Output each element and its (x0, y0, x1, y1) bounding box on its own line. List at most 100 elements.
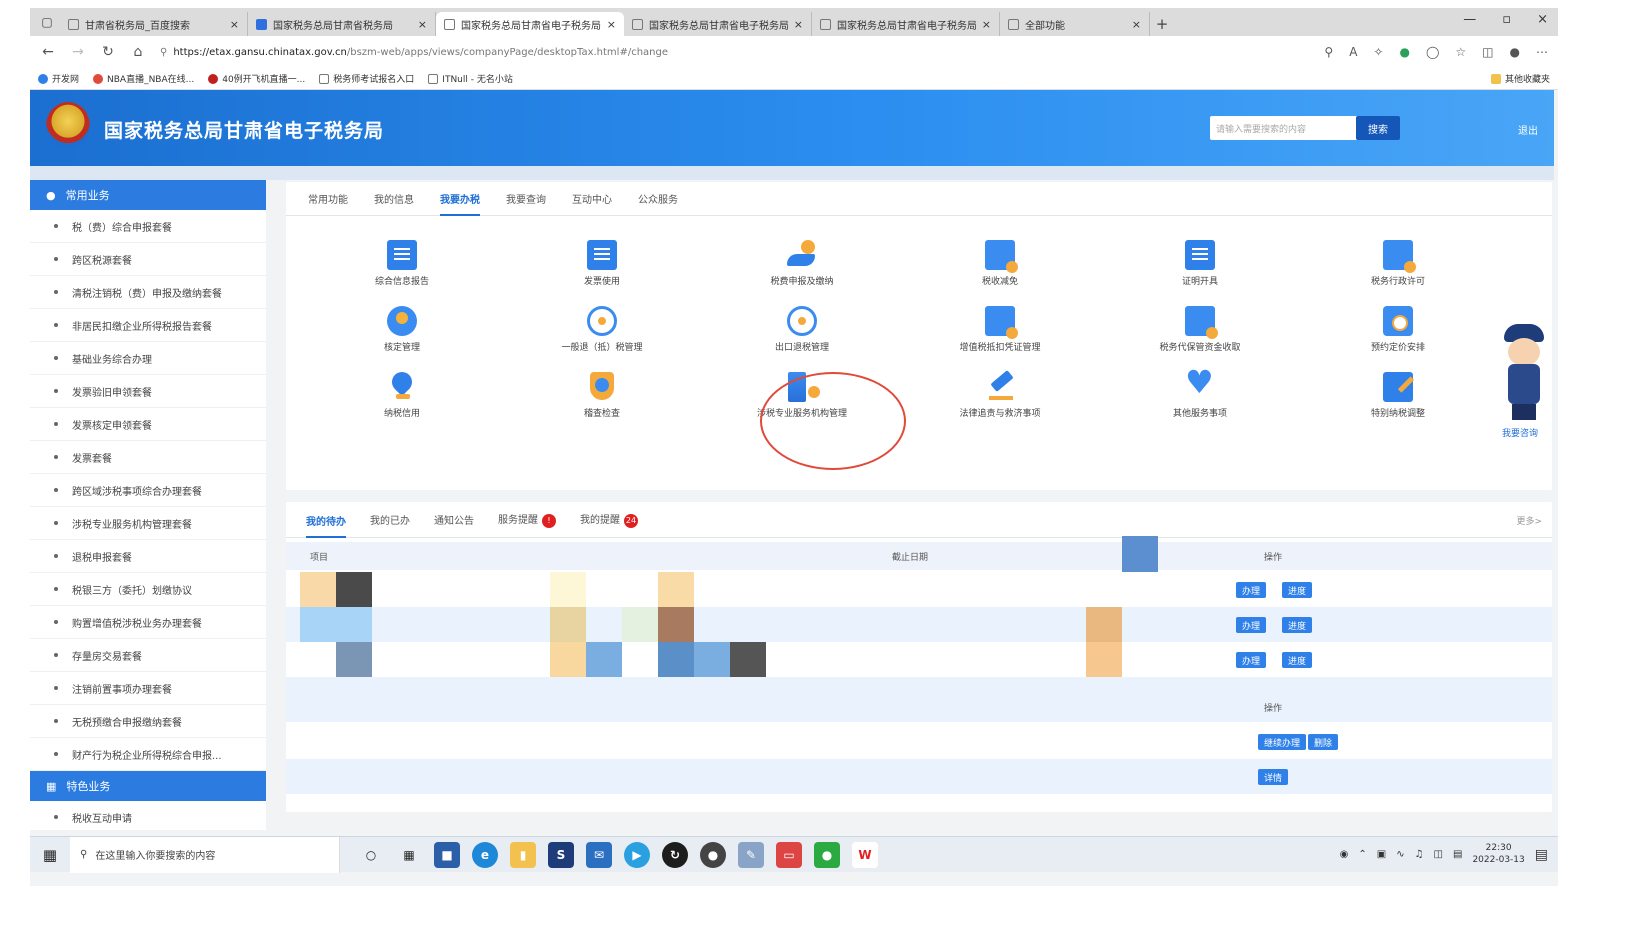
close-tab-icon[interactable]: × (982, 18, 991, 31)
function-item[interactable]: 其他服务事项 (1100, 366, 1300, 432)
minimize-icon[interactable]: — (1463, 12, 1476, 27)
read-aloud-icon[interactable]: A (1349, 45, 1357, 59)
tab-my-todo[interactable]: 我的待办 (306, 502, 346, 538)
display-icon[interactable]: ▣ (1377, 849, 1386, 860)
wechat-icon[interactable]: ● (814, 841, 840, 868)
refresh-icon[interactable]: ↻ (100, 44, 116, 60)
other-favorites[interactable]: 其他收藏夹 (1490, 72, 1550, 85)
continue-button[interactable]: 继续办理 (1258, 734, 1307, 750)
function-item[interactable]: 一般退（抵）税管理 (502, 306, 702, 366)
bookmark-item[interactable]: ITNull - 无名小站 (428, 72, 513, 85)
sidebar-item[interactable]: 发票套餐 (30, 441, 266, 474)
wifi-icon[interactable]: ∿ (1396, 849, 1404, 860)
close-tab-icon[interactable]: × (607, 18, 616, 31)
store-icon[interactable]: ■ (434, 841, 460, 868)
close-tab-icon[interactable]: × (1132, 18, 1141, 31)
close-tab-icon[interactable]: × (794, 18, 803, 31)
tab-interaction[interactable]: 互动中心 (572, 191, 612, 206)
handle-button[interactable]: 办理 (1236, 617, 1267, 633)
function-item[interactable]: 证明开具 (1100, 240, 1300, 300)
input-mode-icon[interactable]: ▤ (1453, 849, 1462, 860)
cortana-icon[interactable]: ○ (358, 842, 384, 868)
progress-button[interactable]: 进度 (1282, 617, 1313, 633)
tab-notices[interactable]: 通知公告 (434, 512, 474, 527)
detail-button[interactable]: 详情 (1258, 769, 1289, 785)
close-tab-icon[interactable]: × (418, 18, 427, 31)
sidebar-item[interactable]: 基础业务综合办理 (30, 342, 266, 375)
sidebar-item[interactable]: 税收互动申请 (30, 801, 266, 830)
file-explorer-icon[interactable]: ▮ (510, 841, 536, 868)
extension-icon[interactable]: ✧ (1373, 45, 1383, 59)
logout-link[interactable]: 退出 (1518, 122, 1538, 137)
function-item[interactable]: 特别纳税调整 (1298, 372, 1498, 432)
sidebar-item[interactable]: 购置增值税涉税业务办理套餐 (30, 606, 266, 639)
app-tablet-icon[interactable]: ▭ (776, 841, 802, 868)
browser-tab[interactable]: 全部功能 × (1000, 12, 1150, 36)
site-search-button[interactable]: 搜索 (1356, 116, 1400, 140)
bookmark-item[interactable]: 税务师考试报名入口 (319, 72, 414, 85)
search-page-icon[interactable]: ⚲ (1324, 45, 1333, 59)
back-icon[interactable]: ← (40, 44, 56, 60)
function-item[interactable]: 发票使用 (502, 240, 702, 300)
browser-tab[interactable]: 国家税务总局甘肃省税务局 × (248, 12, 436, 36)
task-view-icon[interactable]: ▦ (396, 842, 422, 868)
handle-button[interactable]: 办理 (1236, 652, 1267, 668)
sidebar-item[interactable]: 发票核定申领套餐 (30, 408, 266, 441)
app-pen-icon[interactable]: ✎ (738, 841, 764, 868)
sidebar-item[interactable]: 非居民扣缴企业所得税报告套餐 (30, 309, 266, 342)
more-link[interactable]: 更多> (1516, 514, 1542, 527)
tab-my-reminder[interactable]: 我的提醒 24 (580, 511, 638, 528)
sidebar-item[interactable]: 存量房交易套餐 (30, 639, 266, 672)
maximize-icon[interactable]: ▫ (1502, 12, 1511, 27)
favorites-icon[interactable]: ☆ (1455, 45, 1466, 59)
sidebar-item[interactable]: 注销前置事项办理套餐 (30, 672, 266, 705)
extension-green-icon[interactable]: ● (1399, 45, 1409, 59)
sidebar-item[interactable]: 清税注销税（费）申报及缴纳套餐 (30, 276, 266, 309)
browser-tab-active[interactable]: 国家税务总局甘肃省电子税务局 × (436, 12, 624, 36)
app-s-icon[interactable]: S (548, 841, 574, 868)
tab-query[interactable]: 我要查询 (506, 191, 546, 206)
sidebar-item[interactable]: 无税预缴合申报缴纳套餐 (30, 705, 266, 738)
ime-icon[interactable]: ◫ (1434, 849, 1443, 860)
wps-icon[interactable]: W (852, 841, 878, 868)
edge-icon[interactable]: e (472, 841, 498, 868)
tab-public-service[interactable]: 公众服务 (638, 191, 678, 206)
sidebar-item[interactable]: 发票验旧申领套餐 (30, 375, 266, 408)
sidebar-item[interactable]: 涉税专业服务机构管理套餐 (30, 507, 266, 540)
function-item[interactable]: 稽查检查 (502, 372, 702, 432)
consult-link[interactable]: 我要咨询 (1502, 426, 1538, 439)
windows-start-icon[interactable]: ▦ (30, 846, 70, 864)
sidebar-section-common[interactable]: ● 常用业务 (30, 180, 266, 210)
app-swirl-icon[interactable]: ↻ (662, 841, 688, 868)
notification-icon[interactable]: ▤ (1535, 847, 1548, 863)
sidebar-item[interactable]: 税（费）综合申报套餐 (30, 210, 266, 243)
site-search-input[interactable]: 请输入需要搜索的内容 (1210, 116, 1358, 140)
browser-tab[interactable]: 甘肃省税务局_百度搜索 × (60, 12, 248, 36)
tray-chevron-icon[interactable]: ⌃ (1358, 849, 1366, 860)
function-item[interactable]: 出口退税管理 (702, 306, 902, 366)
function-item[interactable]: 增值税抵扣凭证管理 (900, 306, 1100, 366)
progress-button[interactable]: 进度 (1282, 652, 1313, 668)
function-item[interactable]: 税收减免 (900, 240, 1100, 300)
tab-tax-handling[interactable]: 我要办税 (440, 181, 480, 216)
close-tab-icon[interactable]: × (230, 18, 239, 31)
tab-actions-icon[interactable]: ▢ (36, 11, 58, 33)
function-item[interactable]: 税务行政许可 (1298, 240, 1498, 300)
close-window-icon[interactable]: × (1537, 12, 1548, 27)
taskbar-search[interactable]: ⚲ 在这里输入你要搜索的内容 (70, 836, 340, 873)
volume-icon[interactable]: ♫ (1415, 849, 1424, 860)
browser-tab[interactable]: 国家税务总局甘肃省电子税务局 × (624, 12, 812, 36)
sidebar-item[interactable]: 跨区税源套餐 (30, 243, 266, 276)
delete-button[interactable]: 删除 (1308, 734, 1339, 750)
network-icon[interactable]: ◉ (1340, 849, 1349, 860)
sidebar-section-special[interactable]: ▦ 特色业务 (30, 771, 266, 801)
bookmark-item[interactable]: 开发网 (38, 72, 79, 85)
mail-icon[interactable]: ✉ (586, 841, 612, 868)
sidebar-item[interactable]: 财产行为税企业所得税综合申报... (30, 738, 266, 771)
tab-service-reminder[interactable]: 服务提醒! (498, 511, 556, 528)
function-item[interactable]: 核定管理 (302, 306, 502, 366)
mascot-assistant[interactable] (1498, 324, 1548, 430)
handle-button[interactable]: 办理 (1236, 582, 1267, 598)
collections-icon[interactable]: ◫ (1482, 45, 1493, 59)
clock[interactable]: 22:30 2022-03-13 (1472, 843, 1524, 866)
